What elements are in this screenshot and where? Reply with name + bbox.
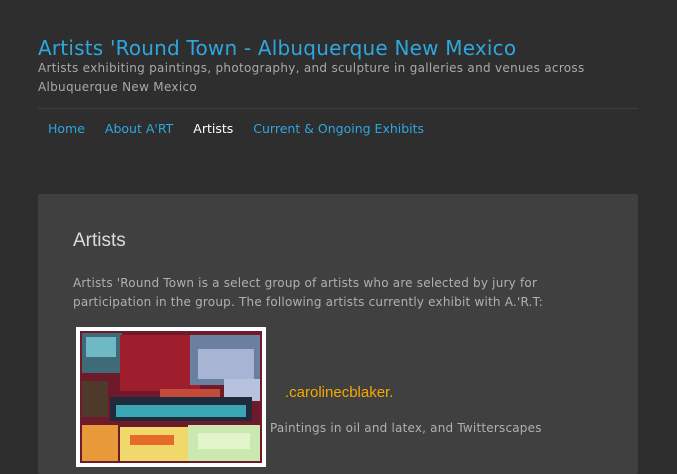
intro-text: Artists 'Round Town is a select group of… [73,276,544,309]
artist-thumbnail-image [80,331,262,463]
site-tagline: Artists exhibiting paintings, photograph… [38,61,585,94]
nav-item-exhibits[interactable]: Current & Ongoing Exhibits [243,120,434,138]
main-nav: Home About A'RT Artists Current & Ongoin… [38,120,434,138]
nav-item-about[interactable]: About A'RT [95,120,183,138]
site-title-link[interactable]: Artists 'Round Town - Albuquerque New Me… [38,36,516,60]
artist-name-link[interactable]: .carolinecblaker. [285,384,393,401]
nav-item-artists[interactable]: Artists [183,120,243,138]
header-divider [38,108,638,109]
page-title: Artists [73,230,126,251]
artist-description: Paintings in oil and latex, and Twitters… [270,421,542,435]
artist-thumbnail-link[interactable] [76,327,266,467]
content-panel: Artists Artists 'Round Town is a select … [38,194,638,474]
nav-item-home[interactable]: Home [38,120,95,138]
